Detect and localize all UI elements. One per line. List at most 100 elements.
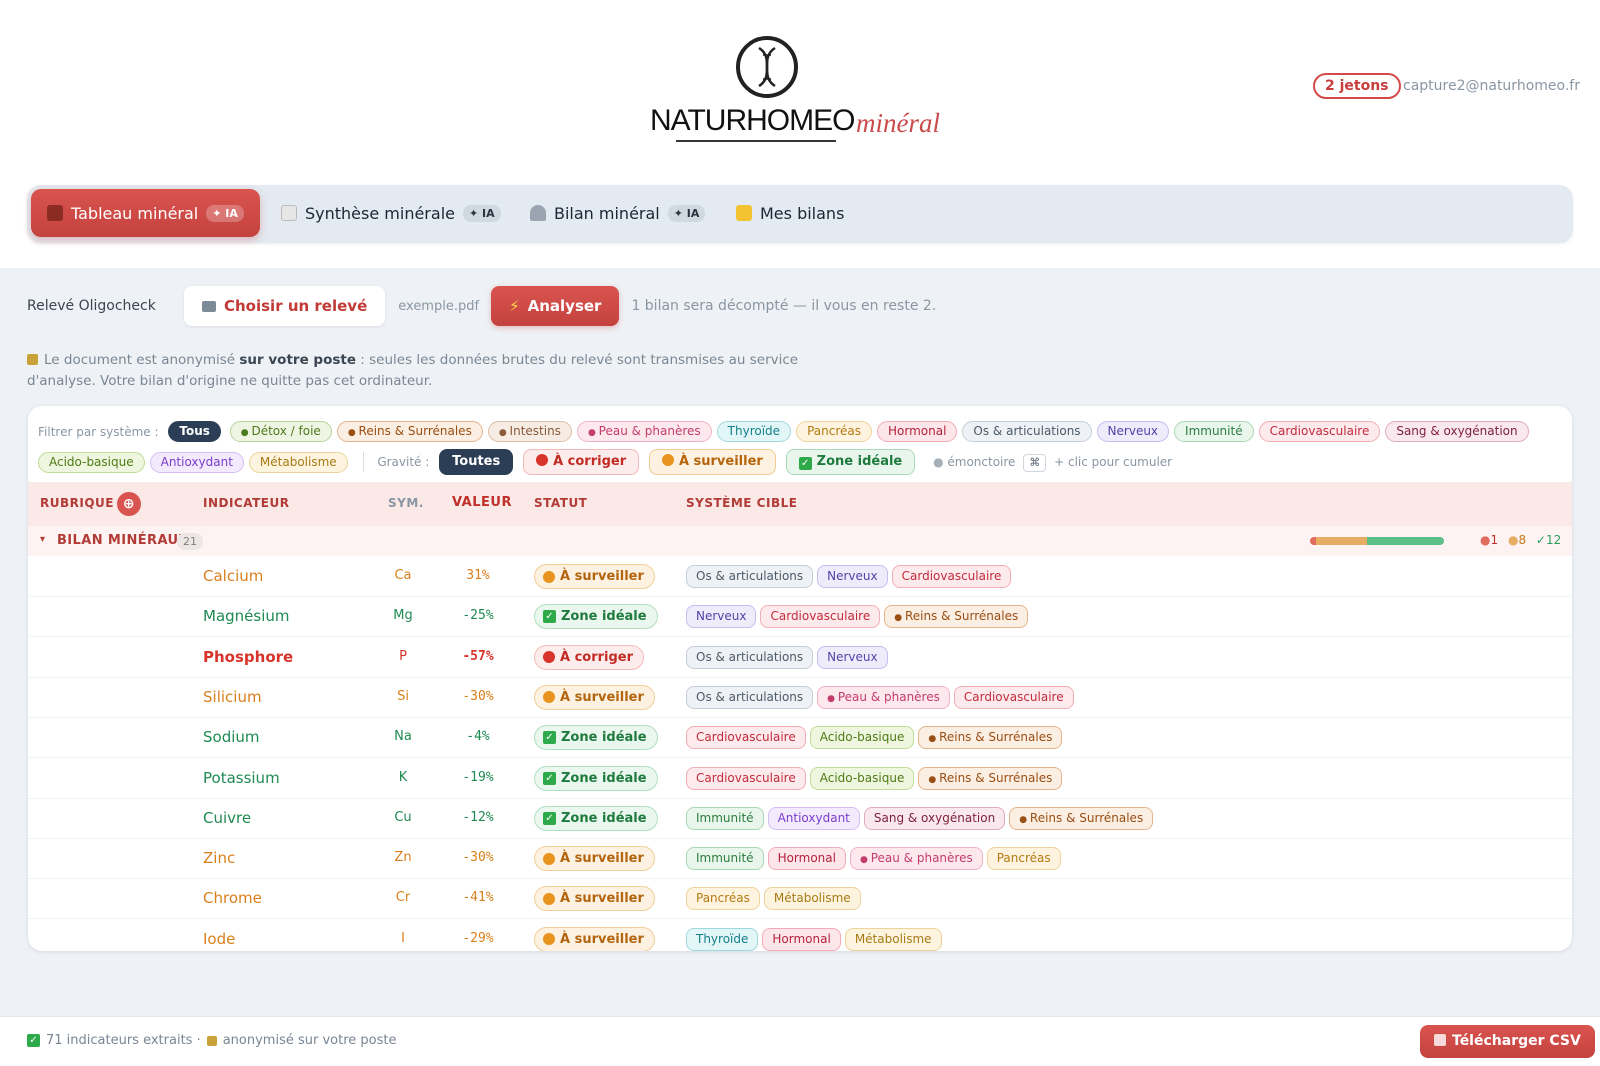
tab-mes-bilans[interactable]: Mes bilans	[720, 189, 860, 237]
table-row[interactable]: Magnésium Mg -25% ✓ Zone idéale Nerveux Cardio…	[28, 596, 1572, 638]
filter-chip-system[interactable]: Thyroïde	[716, 421, 792, 442]
col-valeur[interactable]: VALEUR	[452, 495, 512, 510]
severity-label: Gravité :	[377, 455, 430, 469]
filter-chip-system[interactable]: ● Intestins	[487, 421, 572, 442]
system-tag[interactable]: Cardiovasculaire	[891, 565, 1012, 588]
indicator-name[interactable]: Magnésium	[203, 607, 290, 625]
table-row[interactable]: Potassium K -19% ✓ Zone idéale Cardiovasculai…	[28, 758, 1572, 799]
tag-label: Cardiovasculaire	[696, 730, 796, 745]
system-tag[interactable]: Antioxydant	[767, 806, 860, 830]
system-tag[interactable]: Thyroïde	[686, 927, 759, 951]
col-indicateur[interactable]: INDICATEUR	[203, 496, 289, 510]
caret-down-icon[interactable]: ▾	[40, 534, 45, 545]
filter-chip-system[interactable]: Antioxydant	[149, 451, 244, 473]
severity-surveiller[interactable]: À surveiller	[648, 449, 776, 475]
indicator-name[interactable]: Silicium	[203, 688, 262, 706]
group-row[interactable]: ▾ BILAN MINÉRAUX 21 ●1 ●8 ✓12	[28, 526, 1572, 556]
system-tag[interactable]: Métabolisme	[763, 887, 861, 911]
indicator-symbol: Na	[394, 729, 412, 745]
analyze-button[interactable]: ⚡ Analyser	[491, 286, 620, 326]
system-tag[interactable]: Acido-basique	[809, 766, 915, 790]
indicator-value: -29%	[462, 930, 494, 946]
tag-label: Immunité	[696, 810, 754, 825]
brand-logo[interactable]: NATURHOMEO minéral	[650, 36, 970, 148]
download-csv-button[interactable]: Télécharger CSV	[1420, 1025, 1595, 1058]
tab-bilan-mineral[interactable]: Bilan minéral ✦ IA	[514, 189, 721, 237]
filter-chip-system[interactable]: Cardiovasculaire	[1258, 421, 1381, 442]
indicator-name[interactable]: Phosphore	[203, 648, 293, 666]
system-tag[interactable]: Os & articulations	[686, 685, 814, 709]
grid-icon	[47, 205, 63, 221]
filter-chip-system[interactable]: Hormonal	[876, 421, 958, 442]
add-rubrique-button[interactable]: ⊕	[117, 492, 141, 516]
tokens-badge[interactable]: 2 jetons	[1313, 73, 1401, 99]
indicator-name[interactable]: Calcium	[203, 567, 263, 585]
indicator-name[interactable]: Cuivre	[203, 809, 251, 827]
filter-chip-system[interactable]: ● Reins & Surrénales	[336, 421, 483, 442]
indicator-name[interactable]: Potassium	[203, 769, 280, 787]
system-tag[interactable]: Nerveux	[686, 605, 757, 629]
system-tag[interactable]: ● Reins & Surrénales	[918, 766, 1063, 790]
table-row[interactable]: Silicium Si -30% À surveiller Os & articulat…	[28, 677, 1572, 718]
system-tag[interactable]: Cardiovasculaire	[953, 685, 1074, 709]
brand-underline	[676, 140, 836, 142]
system-tag[interactable]: Cardiovasculaire	[686, 726, 806, 750]
indicator-name[interactable]: Zinc	[203, 849, 235, 867]
col-statut[interactable]: STATUT	[534, 496, 587, 510]
table-row[interactable]: Iode I -29% À surveiller Thyroïde Hormonal Mét…	[28, 919, 1572, 951]
system-tag[interactable]: Os & articulations	[686, 645, 814, 669]
system-tag[interactable]: ● Reins & Surrénales	[918, 726, 1063, 750]
filter-chip-system[interactable]: Sang & oxygénation	[1385, 421, 1529, 442]
system-tag[interactable]: Sang & oxygénation	[863, 806, 1006, 830]
table-row[interactable]: Sodium Na -4% ✓ Zone idéale Cardiovasculaire A…	[28, 717, 1572, 759]
tab-tableau-mineral[interactable]: Tableau minéral ✦ IA	[31, 189, 260, 237]
table-row[interactable]: Phosphore P -57% À corriger Os & articulatio…	[28, 637, 1572, 678]
filter-chip-system[interactable]: Os & articulations	[962, 421, 1092, 442]
indicator-name[interactable]: Chrome	[203, 889, 262, 907]
table-row[interactable]: Calcium Ca 31% À surveiller Os & articulatio…	[28, 556, 1572, 597]
col-systeme[interactable]: SYSTÈME CIBLE	[686, 496, 797, 510]
col-sym[interactable]: SYM.	[388, 496, 424, 510]
choose-file-button[interactable]: Choisir un relevé	[184, 286, 386, 326]
system-tag[interactable]: ● Reins & Surrénales	[884, 605, 1029, 629]
filter-chip-tous[interactable]: Tous	[168, 421, 221, 442]
severity-toutes[interactable]: Toutes	[439, 449, 514, 475]
filter-chip-system[interactable]: Acido-basique	[38, 451, 145, 473]
system-tag[interactable]: Immunité	[686, 806, 764, 830]
table-row[interactable]: Cuivre Cu -12% ✓ Zone idéale Immunité Antioxyd…	[28, 798, 1572, 839]
indicator-name[interactable]: Sodium	[203, 728, 260, 746]
col-rubrique[interactable]: RUBRIQUE	[40, 496, 114, 510]
severity-corriger[interactable]: À corriger	[523, 449, 640, 475]
severity-ideale[interactable]: ✓ Zone idéale	[785, 449, 916, 475]
system-tag[interactable]: Os & articulations	[686, 565, 814, 588]
system-tag[interactable]: ● Peau & phanères	[817, 685, 950, 709]
system-tag[interactable]: Métabolisme	[844, 927, 942, 951]
table-row[interactable]: Zinc Zn -30% À surveiller Immunité Hormonal ● …	[28, 838, 1572, 880]
system-tag[interactable]: Nerveux	[817, 565, 888, 588]
system-tag[interactable]: ● Peau & phanères	[849, 847, 983, 871]
drop-icon: ●	[933, 455, 944, 469]
system-tag[interactable]: Cardiovasculaire	[760, 605, 881, 629]
system-tag[interactable]: Pancréas	[686, 887, 760, 911]
account-email[interactable]: capture2@naturhomeo.fr	[1403, 78, 1580, 94]
tag-label: Os & articulations	[696, 649, 804, 664]
indicator-symbol: Si	[397, 688, 409, 704]
filter-chip-system[interactable]: Immunité	[1174, 421, 1254, 442]
system-tag[interactable]: Immunité	[686, 847, 764, 871]
system-tag[interactable]: Pancréas	[986, 847, 1061, 871]
filter-chip-system[interactable]: ● Peau & phanères	[576, 421, 712, 442]
system-tag[interactable]: Cardiovasculaire	[686, 766, 806, 790]
system-tag[interactable]: Hormonal	[762, 927, 841, 951]
system-tag[interactable]: ● Reins & Surrénales	[1009, 806, 1154, 830]
tab-synthese-minerale[interactable]: Synthèse minérale ✦ IA	[265, 189, 517, 237]
filter-chip-system[interactable]: Pancréas	[796, 421, 872, 442]
system-tag[interactable]: Hormonal	[767, 847, 846, 871]
system-tag[interactable]: Nerveux	[817, 645, 888, 669]
filter-chip-system[interactable]: Métabolisme	[248, 451, 348, 473]
table-row[interactable]: Chrome Cr -41% À surveiller Pancréas Métaboli…	[28, 878, 1572, 920]
indicator-name[interactable]: Iode	[203, 930, 235, 948]
filter-chip-system[interactable]: Nerveux	[1096, 421, 1170, 442]
system-tag[interactable]: Acido-basique	[809, 726, 915, 750]
orange-dot-icon	[543, 892, 555, 905]
filter-chip-system[interactable]: ● Détox / foie	[229, 421, 332, 442]
